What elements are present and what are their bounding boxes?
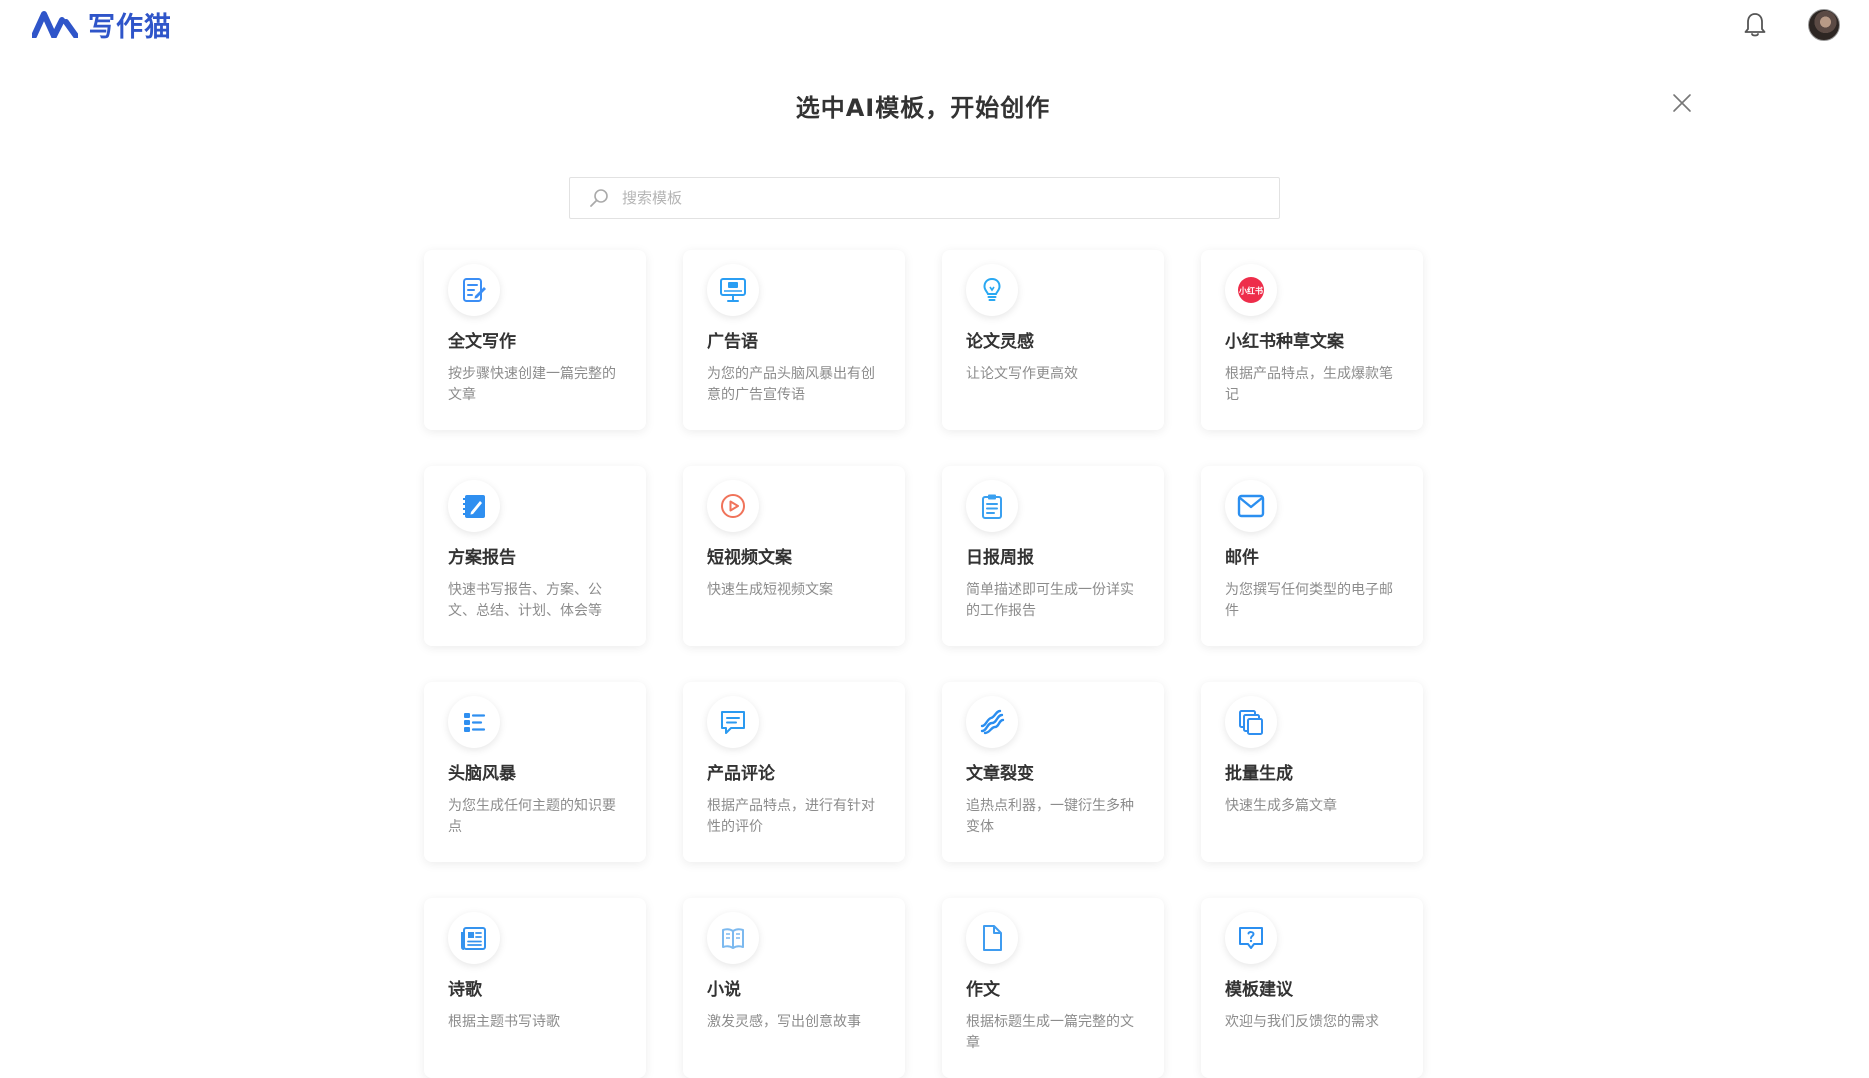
- template-description: 激发灵感，写出创意故事: [707, 1014, 861, 1030]
- template-title: 文章裂变: [966, 764, 1034, 784]
- template-description: 为您的产品头脑风暴出有创意的广告宣传语: [707, 366, 875, 403]
- modal-title: 选中AI模板，开始创作: [795, 94, 1051, 122]
- template-description: 简单描述即可生成一份详实的工作报告: [966, 582, 1134, 619]
- template-description: 快速生成多篇文章: [1225, 798, 1337, 814]
- notification-bell-icon[interactable]: [1741, 10, 1769, 40]
- xiaohongshu-icon-text: 小红书: [1238, 286, 1263, 296]
- template-title: 短视频文案: [707, 548, 792, 568]
- app-logo[interactable]: 写作猫: [32, 8, 172, 43]
- template-description: 为您生成任何主题的知识要点: [448, 798, 616, 835]
- notebook-pen-icon: [448, 480, 500, 532]
- template-card-short-video[interactable]: 短视频文案 快速生成短视频文案: [683, 466, 905, 646]
- template-card-full-writing[interactable]: 全文写作 按步骤快速创建一篇完整的文章: [424, 250, 646, 430]
- template-title: 全文写作: [448, 332, 516, 352]
- template-description: 根据标题生成一篇完整的文章: [966, 1014, 1134, 1051]
- template-card-xiaohongshu[interactable]: 小红书 小红书种草文案 根据产品特点，生成爆款笔记: [1201, 250, 1423, 430]
- stack-docs-icon: [1225, 696, 1277, 748]
- template-title: 广告语: [707, 332, 758, 352]
- template-description: 让论文写作更高效: [966, 366, 1078, 382]
- template-card-daily-weekly-report[interactable]: 日报周报 简单描述即可生成一份详实的工作报告: [942, 466, 1164, 646]
- template-card-paper-ideas[interactable]: 论文灵感 让论文写作更高效: [942, 250, 1164, 430]
- user-avatar[interactable]: [1808, 9, 1840, 41]
- search-icon: [590, 189, 608, 207]
- edit-doc-icon: [448, 264, 500, 316]
- template-card-essay[interactable]: 作文 根据标题生成一篇完整的文章: [942, 898, 1164, 1078]
- logo-mark-icon: [32, 11, 78, 38]
- template-card-novel[interactable]: 小说 激发灵感，写出创意故事: [683, 898, 905, 1078]
- template-card-batch-generate[interactable]: 批量生成 快速生成多篇文章: [1201, 682, 1423, 862]
- template-title: 小红书种草文案: [1225, 332, 1344, 352]
- template-description: 根据产品特点，生成爆款笔记: [1225, 366, 1393, 403]
- template-card-product-review[interactable]: 产品评论 根据产品特点，进行有针对性的评价: [683, 682, 905, 862]
- close-icon[interactable]: [1670, 91, 1694, 115]
- template-title: 邮件: [1225, 548, 1259, 568]
- open-book-icon: [707, 912, 759, 964]
- template-title: 诗歌: [448, 980, 482, 1000]
- template-title: 产品评论: [707, 764, 775, 784]
- template-title: 批量生成: [1225, 764, 1293, 784]
- template-card-report[interactable]: 方案报告 快速书写报告、方案、公文、总结、计划、体会等: [424, 466, 646, 646]
- template-description: 按步骤快速创建一篇完整的文章: [448, 366, 616, 403]
- template-description: 根据产品特点，进行有针对性的评价: [707, 798, 875, 835]
- newspaper-icon: [448, 912, 500, 964]
- template-card-brainstorm[interactable]: 头脑风暴 为您生成任何主题的知识要点: [424, 682, 646, 862]
- template-title: 日报周报: [966, 548, 1034, 568]
- play-circle-icon: [707, 480, 759, 532]
- mail-icon: [1225, 480, 1277, 532]
- search-input[interactable]: [622, 179, 1279, 217]
- template-card-article-fission[interactable]: 文章裂变 追热点利器，一键衍生多种变体: [942, 682, 1164, 862]
- ad-screen-icon: [707, 264, 759, 316]
- top-bar: 写作猫: [0, 0, 1869, 48]
- template-title: 小说: [707, 980, 741, 1000]
- lightbulb-icon: [966, 264, 1018, 316]
- template-card-template-suggestion[interactable]: 模板建议 欢迎与我们反馈您的需求: [1201, 898, 1423, 1078]
- template-description: 追热点利器，一键衍生多种变体: [966, 798, 1134, 835]
- template-description: 为您撰写任何类型的电子邮件: [1225, 582, 1393, 619]
- template-title: 模板建议: [1225, 980, 1293, 1000]
- template-description: 快速生成短视频文案: [707, 582, 833, 598]
- template-description: 欢迎与我们反馈您的需求: [1225, 1014, 1379, 1030]
- template-title: 作文: [966, 980, 1000, 1000]
- logo-text: 写作猫: [88, 11, 172, 43]
- document-icon: [966, 912, 1018, 964]
- question-chat-icon: [1225, 912, 1277, 964]
- template-description: 根据主题书写诗歌: [448, 1014, 560, 1030]
- template-title: 方案报告: [448, 548, 516, 568]
- template-card-email[interactable]: 邮件 为您撰写任何类型的电子邮件: [1201, 466, 1423, 646]
- template-title: 论文灵感: [966, 332, 1034, 352]
- search-box: [569, 177, 1280, 219]
- template-card-ad-slogan[interactable]: 广告语 为您的产品头脑风暴出有创意的广告宣传语: [683, 250, 905, 430]
- template-description: 快速书写报告、方案、公文、总结、计划、体会等: [448, 582, 602, 619]
- list-icon: [448, 696, 500, 748]
- clipboard-icon: [966, 480, 1018, 532]
- template-title: 头脑风暴: [448, 764, 516, 784]
- template-grid: 全文写作 按步骤快速创建一篇完整的文章 广告语 为您的产品头脑风暴出有创意的广告…: [424, 250, 1423, 1078]
- template-card-poetry[interactable]: 诗歌 根据主题书写诗歌: [424, 898, 646, 1078]
- xiaohongshu-icon: 小红书: [1225, 264, 1277, 316]
- split-arrows-icon: [966, 696, 1018, 748]
- comment-icon: [707, 696, 759, 748]
